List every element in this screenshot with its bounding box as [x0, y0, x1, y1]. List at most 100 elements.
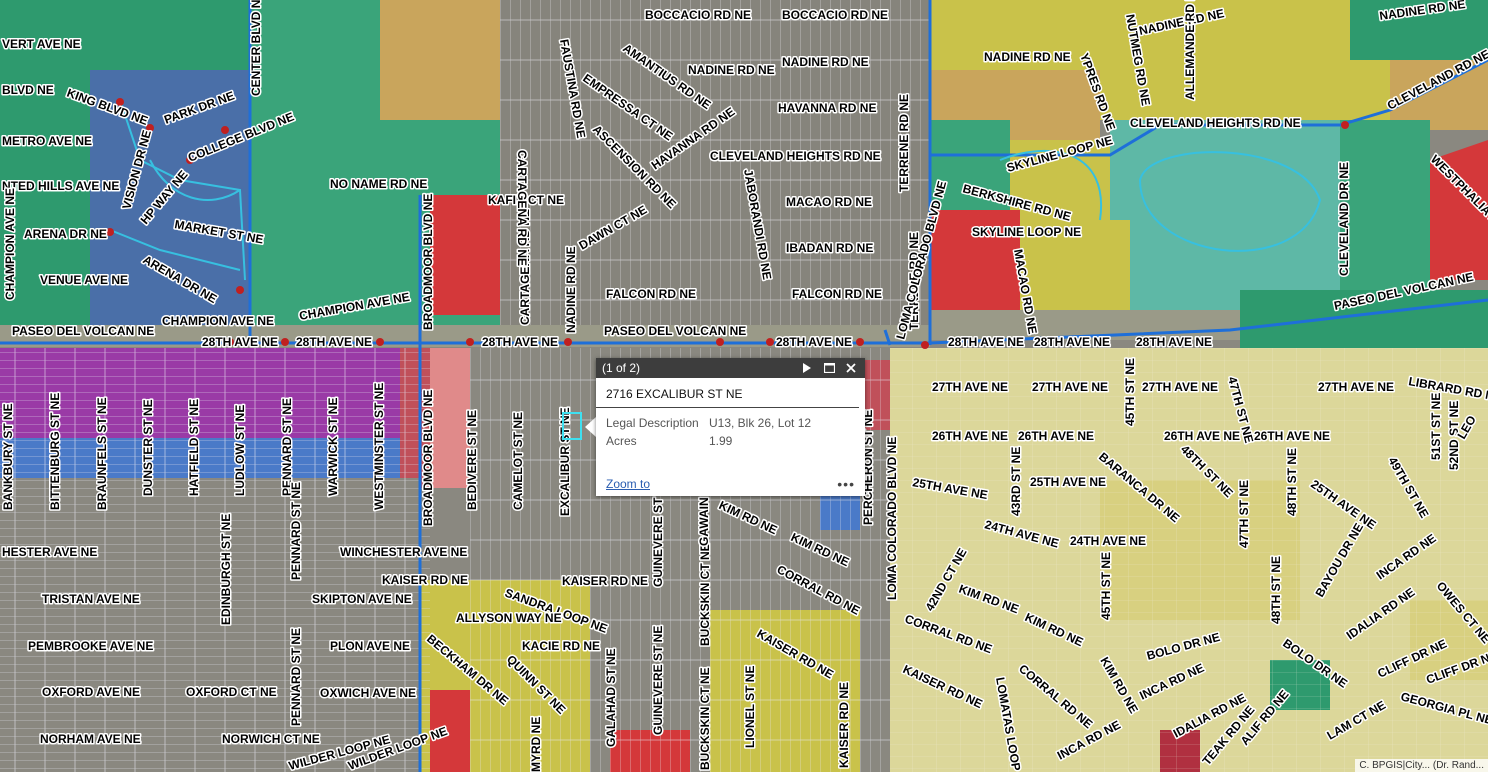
label-kacie: KACIE RD NE — [522, 639, 600, 653]
label-falcon-1: FALCON RD NE — [606, 287, 696, 301]
label-cartagena-2: CARTAGENA RD NE — [515, 150, 529, 266]
popup-title: 2716 EXCALIBUR ST NE — [596, 378, 859, 408]
label-nadine-3: NADINE RD NE — [984, 50, 1071, 64]
label-norham: NORHAM AVE NE — [40, 732, 141, 746]
label-24th-2: 24TH AVE NE — [1070, 534, 1146, 548]
label-28th-3: 28TH AVE NE — [482, 335, 558, 349]
label-48th-2: 48TH ST NE — [1285, 448, 1299, 516]
label-45th-1: 45TH ST NE — [1123, 358, 1137, 426]
label-ludlow: LUDLOW ST NE — [233, 405, 247, 496]
label-skipton: SKIPTON AVE NE — [312, 592, 412, 606]
label-28th-6: 28TH AVE NE — [1034, 335, 1110, 349]
attribute-label: Legal Description — [606, 416, 699, 430]
label-buckskin-1: BUCKSKIN CT NE — [698, 543, 712, 646]
label-winchester: WINCHESTER AVE NE — [340, 545, 467, 559]
label-broadmoor-2: BROADMOOR BLVD NE — [421, 390, 435, 526]
label-loma-colorado-2: LOMA COLORADO BLVD NE — [885, 437, 899, 600]
map-attribution: C. BPGIS|City... (Dr. Rand... — [1355, 759, 1488, 772]
maximize-icon[interactable] — [821, 360, 837, 376]
label-arena-1: ARENA DR NE — [24, 227, 107, 241]
label-guinevere-2: GUINEVERE ST NE — [651, 626, 665, 735]
popup-attributes-table: Legal Description U13, Blk 26, Lot 12 Ac… — [606, 414, 811, 450]
zoom-to-link[interactable]: Zoom to — [606, 477, 837, 491]
label-boccacio-1: BOCCACIO RD NE — [645, 8, 751, 22]
label-paseo-1: PASEO DEL VOLCAN NE — [12, 324, 154, 338]
label-27th-2: 27TH AVE NE — [1032, 380, 1108, 394]
label-center: CENTER BLVD NE — [249, 0, 263, 96]
label-28th-7: 28TH AVE NE — [1136, 335, 1212, 349]
label-27th-1: 27TH AVE NE — [932, 380, 1008, 394]
label-26th-4: 26TH AVE NE — [1254, 429, 1330, 443]
label-champion-1: CHAMPION AVE NE — [162, 314, 274, 328]
label-27th-3: 27TH AVE NE — [1142, 380, 1218, 394]
label-kaiser-v: KAISER RD NE — [837, 682, 851, 768]
label-macao-1: MACAO RD NE — [786, 195, 872, 209]
attribute-row: Legal Description U13, Blk 26, Lot 12 — [606, 414, 811, 432]
label-27th-4: 27TH AVE NE — [1318, 380, 1394, 394]
label-26th-1: 26TH AVE NE — [932, 429, 1008, 443]
label-lionel: LIONEL ST NE — [743, 666, 757, 748]
popup-footer: Zoom to ••• — [606, 476, 855, 492]
label-48th-3: 48TH ST NE — [1269, 556, 1283, 624]
label-51st: 51ST ST NE — [1429, 393, 1443, 460]
label-ibadan: IBADAN RD NE — [786, 241, 873, 255]
label-falcon-2: FALCON RD NE — [792, 287, 882, 301]
label-47th-2: 47TH ST NE — [1237, 480, 1251, 548]
label-skyline-2: SKYLINE LOOP NE — [972, 225, 1081, 239]
label-pembrooke: PEMBROOKE AVE NE — [28, 639, 153, 653]
label-galahad: GALAHAD ST NE — [604, 648, 618, 747]
label-blvd: BLVD NE — [2, 83, 54, 97]
label-metro: METRO AVE NE — [2, 134, 92, 148]
label-braunfels: BRAUNFELS ST NE — [95, 397, 109, 510]
attribute-label: Acres — [606, 434, 637, 448]
label-paseo-2: PASEO DEL VOLCAN NE — [604, 324, 746, 338]
label-allemande: ALLEMANDE RD NE — [1183, 0, 1197, 100]
label-nadine-ct: MYRD NE — [529, 717, 543, 772]
label-tristan: TRISTAN AVE NE — [42, 592, 140, 606]
label-26th-3: 26TH AVE NE — [1164, 429, 1240, 443]
attribute-value: U13, Blk 26, Lot 12 — [709, 416, 812, 430]
label-broadmoor-1: BROADMOOR BLVD NE — [421, 194, 435, 330]
next-feature-icon[interactable] — [799, 360, 815, 376]
label-28th-1: 28TH AVE NE — [202, 335, 278, 349]
label-warwick: WARWICK ST NE — [326, 398, 340, 496]
label-buckskin-2: BUCKSKIN CT NE — [698, 667, 712, 770]
label-oxford: OXFORD AVE NE — [42, 685, 140, 699]
label-boccacio-2: BOCCACIO RD NE — [782, 8, 888, 22]
feature-popup: (1 of 2) 2716 EXCALIBUR ST NE Legal Desc… — [596, 358, 865, 496]
popup-feature-count: (1 of 2) — [602, 361, 641, 375]
label-kaiser-2: KAISER RD NE — [562, 574, 648, 588]
label-43rd: 43RD ST NE — [1009, 447, 1023, 516]
label-pennard-3: PENNARD ST NE — [289, 628, 303, 726]
label-bankbury: BANKBURY ST NE — [1, 403, 15, 510]
label-nadine-2: NADINE RD NE — [782, 55, 869, 69]
label-champion-v: CHAMPION AVE NE — [3, 188, 17, 300]
label-nadine-v2: NADINE RD NE — [564, 246, 578, 333]
label-enchanted: NTED HILLS AVE NE — [2, 179, 119, 193]
label-nadine-1: NADINE RD NE — [688, 63, 775, 77]
label-28th-2: 28TH AVE NE — [296, 335, 372, 349]
label-oxwich: OXWICH AVE NE — [320, 686, 416, 700]
close-icon[interactable] — [843, 360, 859, 376]
label-oxford-ct: OXFORD CT NE — [186, 685, 277, 699]
label-cleveland-heights-1: CLEVELAND HEIGHTS RD NE — [710, 149, 881, 163]
label-cleveland-dr: CLEVELAND DR NE — [1337, 162, 1351, 276]
label-dunster: DUNSTER ST NE — [141, 399, 155, 496]
label-camelot: CAMELOT ST NE — [511, 412, 525, 510]
popup-header: (1 of 2) — [596, 358, 865, 378]
label-allyson: ALLYSON WAY NE — [456, 611, 562, 625]
popup-pointer — [585, 417, 596, 437]
label-norwich: NORWICH CT NE — [222, 732, 320, 746]
label-hatfield: HATFIELD ST NE — [187, 399, 201, 496]
more-actions-button[interactable]: ••• — [837, 476, 855, 492]
label-westminster: WESTMINSTER ST NE — [372, 383, 386, 510]
label-havanna-2: HAVANNA RD NE — [778, 101, 876, 115]
label-edinburgh: EDINBURGH ST NE — [219, 514, 233, 625]
label-excalibur: EXCALIBUR ST NE — [558, 407, 572, 516]
label-plon: PLON AVE NE — [330, 639, 410, 653]
label-bittenburg: BITTENBURG ST NE — [48, 393, 62, 510]
attribute-value: 1.99 — [709, 434, 733, 448]
label-terrene-1: TERRENE RD NE — [897, 94, 911, 192]
label-28th-4: 28TH AVE NE — [776, 335, 852, 349]
attribute-row: Acres 1.99 — [606, 432, 811, 450]
